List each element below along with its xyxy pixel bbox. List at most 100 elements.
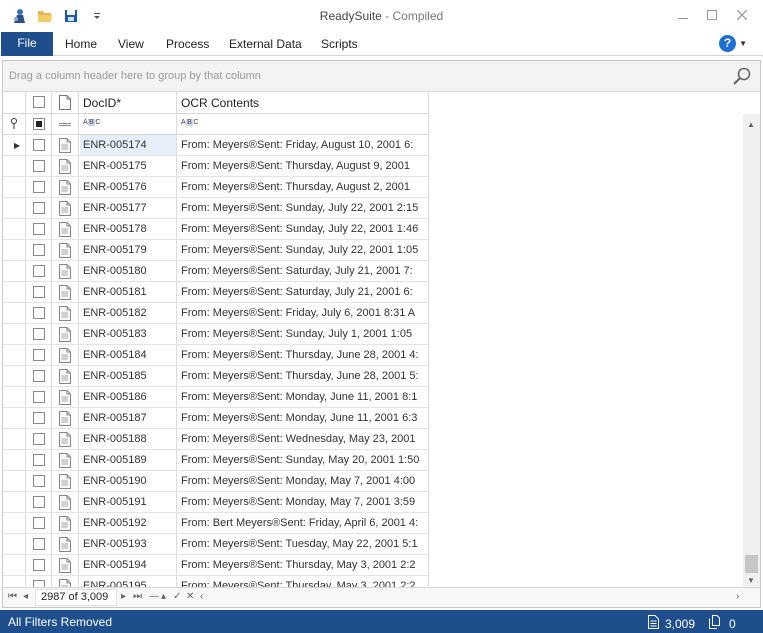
row-select-cell[interactable] — [26, 471, 52, 491]
row-file-cell[interactable] — [52, 324, 79, 344]
row-select-cell[interactable] — [26, 345, 52, 365]
row-file-cell[interactable] — [52, 408, 79, 428]
row-checkbox[interactable] — [33, 307, 45, 319]
table-row[interactable]: ▶ ENR-005174 From: Meyers®Sent: Friday, Au… — [3, 135, 429, 156]
row-select-cell[interactable] — [26, 261, 52, 281]
row-checkbox[interactable] — [33, 328, 45, 340]
select-all-checkbox[interactable] — [33, 96, 45, 108]
row-file-cell[interactable] — [52, 282, 79, 302]
row-checkbox[interactable] — [33, 496, 45, 508]
row-indicator[interactable] — [3, 555, 26, 575]
row-select-cell[interactable] — [26, 576, 52, 587]
row-indicator[interactable] — [3, 492, 26, 512]
row-file-cell[interactable] — [52, 513, 79, 533]
row-indicator[interactable] — [3, 513, 26, 533]
row-checkbox[interactable] — [33, 475, 45, 487]
tab-home[interactable]: Home — [65, 32, 97, 56]
row-checkbox[interactable] — [33, 202, 45, 214]
table-row[interactable]: ENR-005191 From: Meyers®Sent: Monday, May… — [3, 492, 429, 513]
table-row[interactable]: ENR-005194 From: Meyers®Sent: Thursday, M… — [3, 555, 429, 576]
row-select-cell[interactable] — [26, 282, 52, 302]
table-row[interactable]: ENR-005178 From: Meyers®Sent: Sunday, Jul… — [3, 219, 429, 240]
vertical-scrollbar[interactable]: ▲ ▼ — [743, 114, 760, 587]
table-row[interactable]: ENR-005190 From: Meyers®Sent: Monday, May… — [3, 471, 429, 492]
row-indicator[interactable] — [3, 261, 26, 281]
row-file-cell[interactable] — [52, 198, 79, 218]
filter-docid-cell[interactable]: ABC — [79, 114, 177, 134]
row-select-cell[interactable] — [26, 387, 52, 407]
row-file-cell[interactable] — [52, 156, 79, 176]
row-checkbox[interactable] — [33, 223, 45, 235]
row-select-cell[interactable] — [26, 450, 52, 470]
row-select-cell[interactable] — [26, 513, 52, 533]
row-file-cell[interactable] — [52, 471, 79, 491]
ocr-column-header[interactable]: OCR Contents — [177, 92, 429, 113]
row-file-cell[interactable] — [52, 345, 79, 365]
row-select-cell[interactable] — [26, 492, 52, 512]
row-file-cell[interactable] — [52, 261, 79, 281]
row-checkbox[interactable] — [33, 181, 45, 193]
maximize-icon[interactable] — [697, 4, 727, 26]
table-row[interactable]: ENR-005180 From: Meyers®Sent: Saturday, J… — [3, 261, 429, 282]
horizontal-scrollbar[interactable] — [215, 591, 735, 605]
row-select-cell[interactable] — [26, 156, 52, 176]
row-select-cell[interactable] — [26, 303, 52, 323]
table-row[interactable]: ENR-005179 From: Meyers®Sent: Sunday, Jul… — [3, 240, 429, 261]
row-file-cell[interactable] — [52, 387, 79, 407]
table-row[interactable]: ENR-005182 From: Meyers®Sent: Friday, Jul… — [3, 303, 429, 324]
next-record-icon[interactable]: ▸ — [121, 591, 126, 602]
row-checkbox[interactable] — [33, 160, 45, 172]
row-indicator[interactable] — [3, 429, 26, 449]
table-row[interactable]: ENR-005185 From: Meyers®Sent: Thursday, J… — [3, 366, 429, 387]
scroll-left-icon[interactable]: ‹ — [200, 591, 203, 602]
row-file-cell[interactable] — [52, 219, 79, 239]
row-indicator[interactable] — [3, 324, 26, 344]
row-file-cell[interactable] — [52, 366, 79, 386]
row-indicator[interactable] — [3, 408, 26, 428]
help-button[interactable]: ? ▼ — [719, 35, 747, 52]
previous-record-icon[interactable]: ◂ — [23, 591, 28, 602]
row-checkbox[interactable] — [33, 139, 45, 151]
row-select-cell[interactable] — [26, 555, 52, 575]
table-row[interactable]: ENR-005186 From: Meyers®Sent: Monday, Jun… — [3, 387, 429, 408]
row-checkbox[interactable] — [33, 391, 45, 403]
minimize-icon[interactable] — [668, 4, 698, 26]
row-checkbox[interactable] — [33, 454, 45, 466]
select-column-header[interactable] — [26, 92, 52, 113]
file-column-header[interactable] — [52, 92, 79, 113]
row-checkbox[interactable] — [33, 580, 45, 587]
row-checkbox[interactable] — [33, 349, 45, 361]
table-row[interactable]: ENR-005183 From: Meyers®Sent: Sunday, Jul… — [3, 324, 429, 345]
confirm-edit-icon[interactable]: ✓ — [173, 591, 181, 602]
last-record-icon[interactable]: ⏭ — [133, 591, 142, 602]
row-file-cell[interactable] — [52, 429, 79, 449]
row-indicator[interactable] — [3, 366, 26, 386]
table-row[interactable]: ENR-005176 From: Meyers®Sent: Thursday, A… — [3, 177, 429, 198]
row-select-cell[interactable] — [26, 324, 52, 344]
table-row[interactable]: ENR-005181 From: Meyers®Sent: Saturday, J… — [3, 282, 429, 303]
table-row[interactable]: ENR-005177 From: Meyers®Sent: Sunday, Jul… — [3, 198, 429, 219]
filter-ocr-cell[interactable]: ABC — [177, 114, 429, 134]
row-checkbox[interactable] — [33, 286, 45, 298]
add-record-icon[interactable]: — — [149, 591, 159, 602]
row-indicator[interactable] — [3, 534, 26, 554]
table-row[interactable]: ENR-005184 From: Meyers®Sent: Thursday, J… — [3, 345, 429, 366]
row-indicator[interactable] — [3, 282, 26, 302]
row-file-cell[interactable] — [52, 303, 79, 323]
filter-checkbox[interactable] — [33, 118, 45, 130]
row-file-cell[interactable] — [52, 450, 79, 470]
file-tab[interactable]: File — [1, 32, 53, 56]
row-select-cell[interactable] — [26, 366, 52, 386]
tab-process[interactable]: Process — [166, 32, 209, 56]
scroll-down-icon[interactable]: ▼ — [747, 576, 755, 585]
row-indicator[interactable] — [3, 471, 26, 491]
row-file-cell[interactable] — [52, 492, 79, 512]
table-row[interactable]: ENR-005188 From: Meyers®Sent: Wednesday, … — [3, 429, 429, 450]
row-indicator[interactable] — [3, 240, 26, 260]
row-indicator[interactable] — [3, 345, 26, 365]
row-file-cell[interactable] — [52, 177, 79, 197]
row-checkbox[interactable] — [33, 265, 45, 277]
row-indicator[interactable] — [3, 198, 26, 218]
docid-column-header[interactable]: DocID* — [79, 92, 177, 113]
row-indicator[interactable] — [3, 576, 26, 587]
